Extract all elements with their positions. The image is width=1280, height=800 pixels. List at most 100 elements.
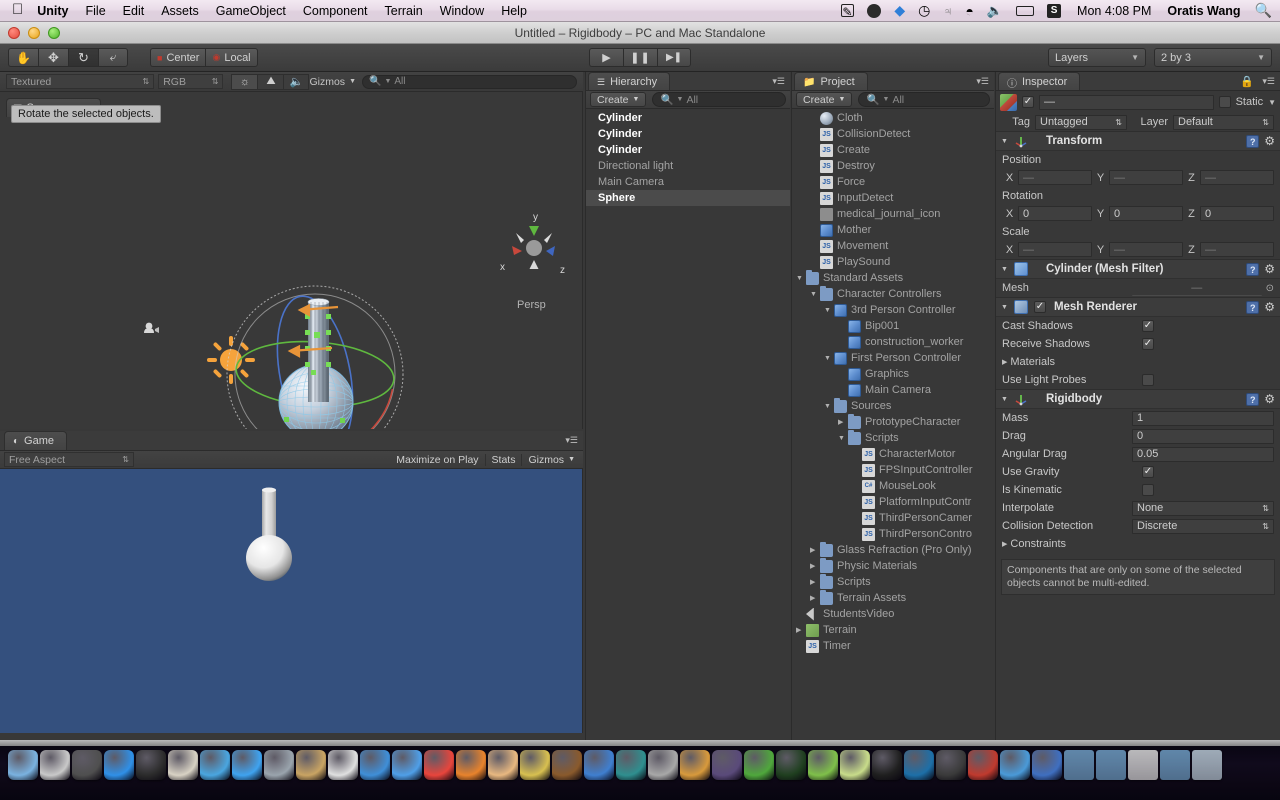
dropbox-icon[interactable]: ◆ <box>894 2 905 19</box>
project-create-button[interactable]: Create ▼ <box>796 92 853 107</box>
project-item[interactable]: Cloth <box>792 110 994 126</box>
project-item[interactable]: ▶ Scripts <box>792 573 994 590</box>
iphoto-icon[interactable] <box>168 750 198 780</box>
qq-icon[interactable] <box>872 750 902 780</box>
books-icon[interactable] <box>968 750 998 780</box>
unity-icon[interactable] <box>936 750 966 780</box>
reminders-icon[interactable] <box>360 750 390 780</box>
layout-dropdown[interactable]: 2 by 3 ▼ <box>1154 48 1272 67</box>
property-label[interactable]: Constraints <box>1010 538 1066 550</box>
notes-icon[interactable] <box>840 750 870 780</box>
contacts-icon[interactable] <box>296 750 326 780</box>
help-icon[interactable]: ? <box>1246 134 1260 148</box>
trash-icon[interactable] <box>1192 750 1222 780</box>
component-header[interactable]: ▼ Rigidbody? ⚙ <box>996 389 1280 409</box>
field-y[interactable]: 0 <box>1109 206 1183 221</box>
project-item[interactable]: Movement <box>792 238 994 254</box>
property-dropdown[interactable]: Discrete ⇅ <box>1132 518 1274 534</box>
search-icon[interactable]: 🔍 <box>1255 2 1272 19</box>
menubar-clock[interactable]: Mon 4:08 PM <box>1077 4 1151 18</box>
hierarchy-item[interactable]: Sphere <box>586 190 790 206</box>
project-search-input[interactable]: 🔍 ▼ All <box>858 92 990 107</box>
tab-game[interactable]: ◐ Game <box>4 431 68 450</box>
help-icon[interactable]: ? <box>1246 262 1260 276</box>
project-item[interactable]: Main Camera <box>792 382 994 398</box>
object-enabled-checkbox[interactable]: ✓ <box>1022 96 1034 108</box>
minimize-button[interactable] <box>28 26 40 39</box>
hierarchy-item[interactable]: Cylinder <box>586 110 790 126</box>
property-dropdown[interactable]: None ⇅ <box>1132 500 1274 516</box>
project-tree[interactable]: Cloth CollisionDetect Create Destroy For… <box>792 110 994 740</box>
scene-view-canvas[interactable]: y x z Persp <box>0 92 583 429</box>
media-player-icon[interactable] <box>1032 750 1062 780</box>
chevron-right-icon[interactable]: ▶ <box>1002 358 1007 366</box>
project-item[interactable]: ▼ Scripts <box>792 429 994 446</box>
rotate-tool[interactable]: ↻ <box>68 48 98 67</box>
hierarchy-item[interactable]: Main Camera <box>586 174 790 190</box>
project-item[interactable]: ▼ Character Controllers <box>792 285 994 302</box>
project-item[interactable]: CharacterMotor <box>792 446 994 462</box>
chevron-right-icon[interactable]: ▶ <box>838 418 848 426</box>
field-z[interactable]: — <box>1200 170 1274 185</box>
field-y[interactable]: — <box>1109 242 1183 257</box>
menu-file[interactable]: File <box>86 4 106 18</box>
field-z[interactable]: 0 <box>1200 206 1274 221</box>
property-checkbox[interactable] <box>1142 374 1154 386</box>
static-checkbox[interactable] <box>1218 96 1231 108</box>
gear-icon[interactable]: ⚙ <box>1264 300 1275 314</box>
applications-folder-icon[interactable] <box>1064 750 1094 780</box>
menu-help[interactable]: Help <box>501 4 527 18</box>
game-panel-menu-icon[interactable]: ▾☰ <box>565 435 578 446</box>
bluetooth-icon[interactable]: ♃ <box>943 4 952 18</box>
pivot-mode-button[interactable]: ■ Center <box>150 48 206 67</box>
chevron-down-icon[interactable]: ▼ <box>1001 396 1008 403</box>
app-store-icon[interactable] <box>104 750 134 780</box>
wifi-icon[interactable]: ◓ <box>965 3 973 19</box>
timemachine-icon[interactable]: ◷ <box>918 2 930 19</box>
evernote-icon[interactable] <box>808 750 838 780</box>
safari-compass-icon[interactable] <box>136 750 166 780</box>
project-item[interactable]: StudentsVideo <box>792 606 994 622</box>
facetime-icon[interactable] <box>232 750 262 780</box>
activity-monitor-icon[interactable] <box>776 750 806 780</box>
menubar-username[interactable]: Oratis Wang <box>1167 4 1240 18</box>
pause-button[interactable]: ❚❚ <box>623 48 657 67</box>
imovie-icon[interactable] <box>520 750 550 780</box>
pencil-square-icon[interactable]: ✎ <box>841 4 855 19</box>
project-item[interactable]: ▶ Glass Refraction (Pro Only) <box>792 541 994 558</box>
chevron-right-icon[interactable]: ▶ <box>796 626 806 634</box>
fx-toggle[interactable]: ⛰ <box>257 73 284 90</box>
xcode-icon[interactable] <box>584 750 614 780</box>
scene-gizmos-dropdown[interactable]: Gizmos ▼ <box>309 76 356 88</box>
project-item[interactable]: PlatformInputContr <box>792 494 994 510</box>
tag-dropdown[interactable]: Untagged ⇅ <box>1035 114 1127 130</box>
menu-gameobject[interactable]: GameObject <box>216 4 286 18</box>
garageband-icon[interactable] <box>552 750 582 780</box>
project-item[interactable]: Mother <box>792 222 994 238</box>
lighting-toggle[interactable]: ☼ <box>231 73 258 90</box>
hierarchy-tree[interactable]: Cylinder Cylinder Cylinder Directional ligh… <box>586 110 790 740</box>
project-item[interactable]: ▼ 3rd Person Controller <box>792 302 994 318</box>
project-item[interactable]: FPSInputController <box>792 462 994 478</box>
hierarchy-create-button[interactable]: Create ▼ <box>590 92 647 107</box>
chevron-down-icon[interactable]: ▼ <box>1001 266 1008 273</box>
chevron-down-icon[interactable]: ▼ <box>824 307 834 314</box>
component-header[interactable]: ▼ ✓ Mesh Renderer? ⚙ <box>996 297 1280 317</box>
chevron-down-icon[interactable]: ▼ <box>1001 304 1008 311</box>
chevron-down-icon[interactable]: ▼ <box>838 435 848 442</box>
project-item[interactable]: ThirdPersonContro <box>792 526 994 542</box>
finder-icon[interactable] <box>8 750 38 780</box>
hand-tool[interactable]: ✋ <box>8 48 38 67</box>
chevron-down-icon[interactable]: ▼ <box>796 275 806 282</box>
object-name-field[interactable]: — <box>1039 94 1214 110</box>
chevron-down-icon[interactable]: ▼ <box>1268 98 1276 107</box>
project-item[interactable]: ▶ PrototypeCharacter <box>792 413 994 430</box>
menu-window[interactable]: Window <box>440 4 484 18</box>
audio-toggle[interactable]: 🔈 <box>283 73 310 90</box>
snagit-icon[interactable]: S <box>1047 3 1062 18</box>
chevron-right-icon[interactable]: ▶ <box>810 578 820 586</box>
chrome-icon[interactable] <box>424 750 454 780</box>
tab-project[interactable]: 📁 Project <box>794 72 868 91</box>
object-picker-icon[interactable]: ⊙ <box>1266 283 1274 294</box>
safari-icon[interactable] <box>200 750 230 780</box>
